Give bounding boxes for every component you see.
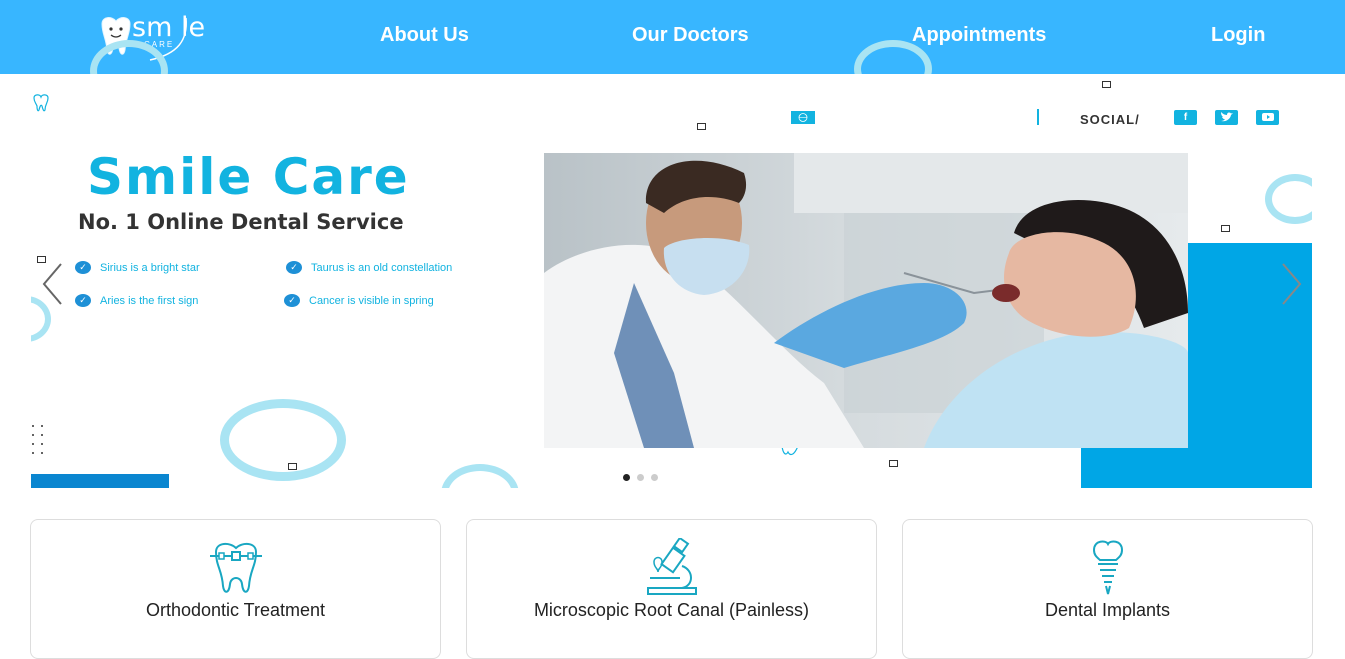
feature-item: ✓ Taurus is an old constellation xyxy=(286,261,452,274)
divider xyxy=(1037,109,1039,125)
decor-ring xyxy=(1265,174,1312,224)
dot-grid-decoration xyxy=(31,424,45,458)
feature-text: Aries is the first sign xyxy=(100,294,199,307)
social-label: SOCIAL/ xyxy=(1080,112,1140,127)
nav-login[interactable]: Login xyxy=(1211,24,1265,47)
decor-square xyxy=(1221,225,1230,232)
hero-subtitle: No. 1 Online Dental Service xyxy=(78,210,404,234)
slider-dots xyxy=(623,474,658,481)
check-icon: ✓ xyxy=(284,294,300,307)
decor-ring xyxy=(441,464,519,488)
slider-dot[interactable] xyxy=(637,474,644,481)
small-tooth-icon xyxy=(33,94,49,112)
decor-square xyxy=(889,460,898,467)
feature-item: ✓ Cancer is visible in spring xyxy=(284,294,434,307)
slider-dot[interactable] xyxy=(651,474,658,481)
hero-slider: SOCIAL/ f Smile Care No. 1 Online Dental… xyxy=(31,74,1312,488)
slider-next-arrow[interactable] xyxy=(1281,262,1303,306)
hero-title: Smile Care xyxy=(87,148,410,206)
nav-appointments[interactable]: Appointments xyxy=(912,24,1046,47)
slider-dot[interactable] xyxy=(623,474,630,481)
check-icon: ✓ xyxy=(75,294,91,307)
service-label: Dental Implants xyxy=(1044,600,1171,620)
service-label: Microscopic Root Canal (Painless) xyxy=(533,600,810,620)
decor-square xyxy=(288,463,297,470)
blue-accent-bar xyxy=(31,474,169,488)
dentist-patient-photo xyxy=(544,153,1188,448)
service-card-orthodontic[interactable]: Orthodontic Treatment xyxy=(30,519,441,659)
feature-text: Cancer is visible in spring xyxy=(309,294,434,307)
feature-text: Taurus is an old constellation xyxy=(311,261,453,274)
check-icon: ✓ xyxy=(286,261,302,274)
twitter-icon[interactable] xyxy=(1215,110,1238,125)
top-navbar: sm le CARE About Us Our Doctors Appointm… xyxy=(0,0,1345,74)
service-card-root-canal[interactable]: Microscopic Root Canal (Painless) xyxy=(466,519,877,659)
globe-icon xyxy=(791,111,815,124)
decor-ring xyxy=(220,399,346,481)
slider-prev-arrow[interactable] xyxy=(41,262,63,306)
check-icon: ✓ xyxy=(75,261,91,274)
feature-item: ✓ Sirius is a bright star xyxy=(75,261,200,274)
service-label: Orthodontic Treatment xyxy=(145,600,326,620)
decor-square xyxy=(1102,81,1111,88)
feature-text: Sirius is a bright star xyxy=(100,261,200,274)
feature-item: ✓ Aries is the first sign xyxy=(75,294,198,307)
decor-square xyxy=(697,123,706,130)
service-card-implants[interactable]: Dental Implants xyxy=(902,519,1313,659)
facebook-icon[interactable]: f xyxy=(1174,110,1197,125)
dental-implant-icon xyxy=(1092,540,1123,595)
microscope-icon xyxy=(646,538,697,595)
youtube-icon[interactable] xyxy=(1256,110,1279,125)
nav-about-us[interactable]: About Us xyxy=(380,24,469,47)
nav-our-doctors[interactable]: Our Doctors xyxy=(632,24,749,47)
braces-tooth-icon xyxy=(209,542,262,593)
